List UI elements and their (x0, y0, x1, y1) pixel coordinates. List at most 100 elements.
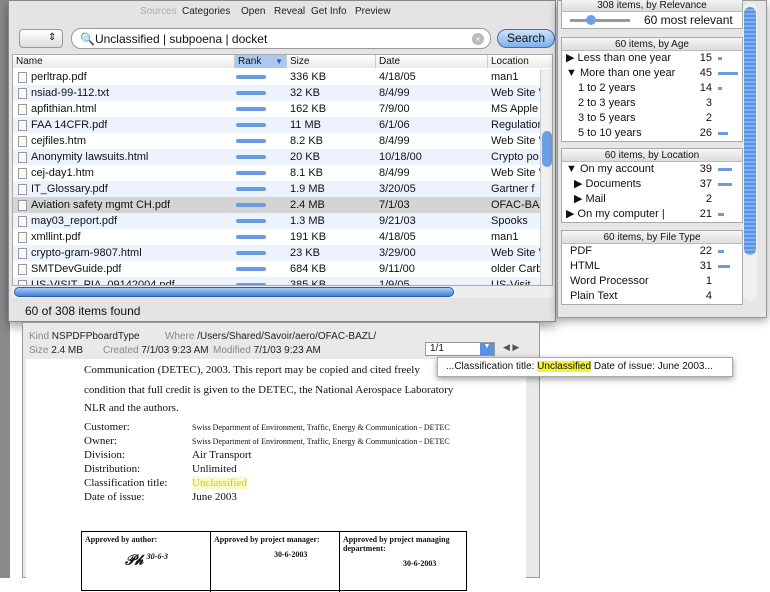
cell-date: 9/11/00 (379, 263, 415, 275)
age-section: 60 items, by Age ▶ Less than one year 15 ▼ … (561, 37, 743, 142)
file-icon (18, 216, 27, 227)
table-row[interactable]: perltrap.pdf 336 KB 4/18/05 man1 (13, 69, 541, 85)
toolbar-categories[interactable]: Categories (182, 6, 230, 17)
slider-knob[interactable] (586, 15, 596, 25)
rank-bar (236, 139, 266, 143)
file-icon (18, 232, 27, 243)
rank-bar (236, 251, 266, 255)
table-row[interactable]: SMTDevGuide.pdf 684 KB 9/11/00 older Car… (13, 261, 541, 277)
toolbar-sources[interactable]: Sources (140, 6, 177, 17)
toolbar-open[interactable]: Open (241, 6, 265, 17)
search-button[interactable]: Search (497, 29, 555, 48)
signature: 𝒫𝒽 30-6-3 (125, 552, 168, 569)
table-row[interactable]: xmllint.pdf 191 KB 4/18/05 man1 (13, 229, 541, 245)
column-name[interactable]: Name (13, 55, 235, 68)
scope-popup-button[interactable]: ⇕ (19, 29, 63, 48)
table-row[interactable]: cej-day1.htm 8.1 KB 8/4/99 Web Site " (13, 165, 541, 181)
file-icon (18, 168, 27, 179)
category-item[interactable]: ▶ On my computer | 21 (562, 207, 742, 222)
doc-text: NLR and the authors. (84, 402, 179, 414)
table-row[interactable]: FAA 14CFR.pdf 11 MB 6/1/06 Regulation (13, 117, 541, 133)
category-item[interactable]: 5 to 10 years 26 (562, 126, 742, 141)
toolbar-reveal[interactable]: Reveal (274, 6, 305, 17)
category-item[interactable]: Plain Text 4 (562, 289, 742, 304)
scroll-thumb[interactable] (542, 131, 552, 167)
cell-name: Aviation safety mgmt CH.pdf (31, 199, 171, 211)
category-label: ▶ Mail (574, 193, 606, 205)
cell-location: Spooks (491, 215, 528, 227)
approval-table: Approved by author: 𝒫𝒽 30-6-3 Approved by… (81, 531, 467, 592)
cell-location: man1 (491, 71, 519, 83)
category-item[interactable]: Word Processor 1 (562, 274, 742, 289)
file-icon (18, 72, 27, 83)
cell-date: 3/29/00 (379, 247, 416, 259)
vertical-scrollbar[interactable] (540, 69, 552, 285)
relevance-slider[interactable] (570, 15, 630, 25)
field-value: Unclassified (192, 477, 247, 489)
category-item[interactable]: 1 to 2 years 14 (562, 81, 742, 96)
cell-date: 6/1/06 (379, 119, 410, 131)
doc-text: Communication (DETEC), 2003. This report… (84, 364, 420, 376)
column-location[interactable]: Location (488, 55, 552, 68)
table-row[interactable]: Aviation safety mgmt CH.pdf 2.4 MB 7/1/0… (13, 197, 541, 213)
category-item[interactable]: ▼ On my account 39 (562, 162, 742, 177)
cell-size: 32 KB (290, 87, 320, 99)
category-item[interactable]: HTML 31 (562, 259, 742, 274)
column-size[interactable]: Size (287, 55, 376, 68)
cell-size: 20 KB (290, 151, 320, 163)
category-count: 37 (699, 178, 712, 190)
toolbar-get-info[interactable]: Get Info (311, 6, 347, 17)
category-item[interactable]: ▼ More than one year 45 (562, 66, 742, 81)
column-rank[interactable]: Rank ▼ (235, 55, 287, 68)
cell-date: 7/1/03 (379, 199, 410, 211)
category-label: 1 to 2 years (578, 82, 636, 94)
category-item[interactable]: ▶ Documents 37 (562, 177, 742, 192)
category-count: 45 (699, 67, 712, 79)
filetype-section: 60 items, by File Type PDF 22 HTML 31 Word Pr… (561, 230, 743, 305)
rank-bar (236, 187, 266, 191)
table-row[interactable]: nsiad-99-112.txt 32 KB 8/4/99 Web Site " (13, 85, 541, 101)
scroll-thumb[interactable] (14, 287, 454, 297)
category-count: 3 (705, 97, 712, 109)
chevron-down-icon: ▼ (480, 343, 494, 355)
table-row[interactable]: crypto-gram-9807.html 23 KB 3/29/00 Web … (13, 245, 541, 261)
match-tooltip: ...Classification title: Unclassified Da… (437, 357, 733, 377)
file-icon (18, 184, 27, 195)
panel-scrollbar[interactable] (743, 3, 757, 301)
cell-name: US-VISIT_PIA_09142004.pdf (31, 279, 175, 286)
section-title: 308 items, by Relevance (562, 0, 742, 12)
category-item[interactable]: ▶ Less than one year 15 (562, 51, 742, 66)
cell-location: Web Site " (491, 247, 541, 259)
category-item[interactable]: 3 to 5 years 2 (562, 111, 742, 126)
table-row[interactable]: US-VISIT_PIA_09142004.pdf 385 KB 1/9/05 … (13, 277, 541, 286)
cell-name: apfithian.html (31, 103, 97, 115)
cell-date: 4/18/05 (379, 231, 416, 243)
field-label: Division: (84, 449, 125, 461)
column-date[interactable]: Date (376, 55, 488, 68)
cell-name: cej-day1.htm (31, 167, 94, 179)
horizontal-scrollbar[interactable] (12, 286, 553, 298)
category-item[interactable]: ▶ Mail 2 (562, 192, 742, 207)
cell-name: xmllint.pdf (31, 231, 81, 243)
category-item[interactable]: 2 to 3 years 3 (562, 96, 742, 111)
search-input[interactable]: 🔍Unclassified | subpoena | docket × (71, 28, 491, 49)
category-item[interactable]: PDF 22 (562, 244, 742, 259)
cell-name: IT_Glossary.pdf (31, 183, 108, 195)
table-row[interactable]: cejfiles.htm 8.2 KB 8/4/99 Web Site " (13, 133, 541, 149)
category-count: 21 (699, 208, 712, 220)
table-row[interactable]: Anonymity lawsuits.html 20 KB 10/18/00 C… (13, 149, 541, 165)
table-row[interactable]: may03_report.pdf 1.3 MB 9/21/03 Spooks (13, 213, 541, 229)
file-icon (18, 120, 27, 131)
scroll-thumb[interactable] (744, 7, 756, 255)
table-row[interactable]: apfithian.html 162 KB 7/9/00 MS Apple (13, 101, 541, 117)
section-title: 60 items, by File Type (562, 231, 742, 244)
cell-size: 8.1 KB (290, 167, 324, 179)
search-window: Sources Categories Open Reveal Get Info … (8, 0, 556, 322)
clear-icon[interactable]: × (472, 33, 484, 45)
cell-name: nsiad-99-112.txt (31, 87, 110, 99)
cell-location: US-Visit (491, 279, 531, 286)
toolbar-preview[interactable]: Preview (355, 6, 391, 17)
page-nav-buttons[interactable]: ◀ ▶ (503, 342, 519, 353)
table-row[interactable]: IT_Glossary.pdf 1.9 MB 3/20/05 Gartner f (13, 181, 541, 197)
page-select[interactable]: 1/1 ▼ (425, 342, 495, 356)
